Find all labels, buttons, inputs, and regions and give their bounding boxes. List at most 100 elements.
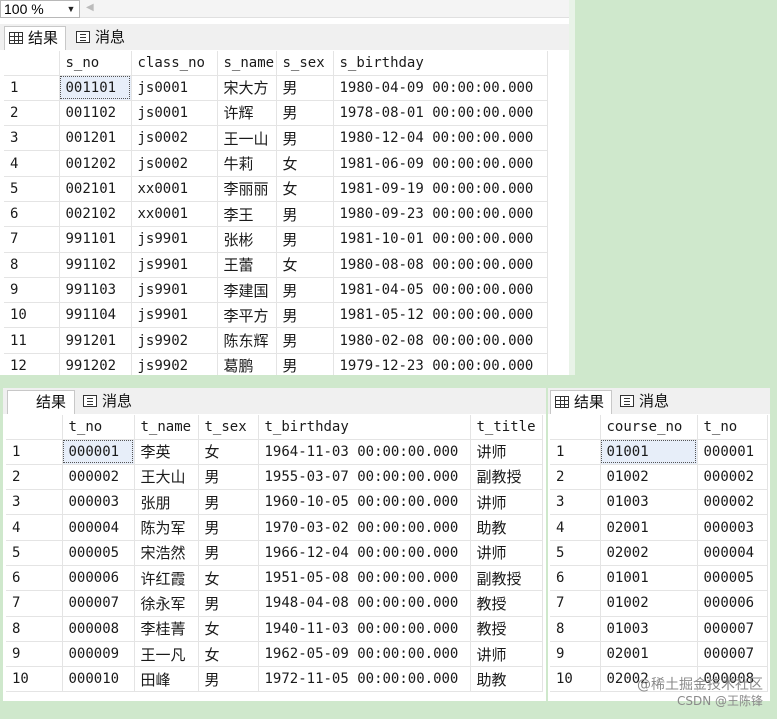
grid-cell[interactable]: 男 xyxy=(198,464,259,491)
table-row[interactable]: 1 000001 李英女 1964-11-03 00:00:00.000 讲师 xyxy=(6,439,543,465)
table-row[interactable]: 1 01001 000001 xyxy=(550,439,768,465)
grid-cell[interactable]: js9901 xyxy=(131,302,218,329)
grid-cell[interactable]: 002101 xyxy=(59,176,132,202)
grid-cell[interactable]: 1980-04-09 00:00:00.000 xyxy=(333,75,548,101)
grid-cell[interactable]: js9901 xyxy=(131,277,218,304)
grid-cell[interactable]: 000001 xyxy=(62,439,135,465)
grid-cell[interactable]: 1980-08-08 00:00:00.000 xyxy=(333,252,548,278)
grid-cell[interactable]: 1981-10-01 00:00:00.000 xyxy=(333,226,548,253)
grid-cell[interactable]: 副教授 xyxy=(470,565,543,592)
grid-cell[interactable]: 000004 xyxy=(62,514,135,541)
column-header[interactable]: t_no xyxy=(697,415,768,440)
row-number[interactable]: 8 xyxy=(4,252,60,278)
grid-cell[interactable]: 991201 xyxy=(59,327,132,354)
grid-cell[interactable]: 991202 xyxy=(59,353,132,375)
grid-cell[interactable]: xx0001 xyxy=(131,176,218,202)
grid-cell[interactable]: 000004 xyxy=(697,540,768,566)
grid-cell[interactable]: 徐永军 xyxy=(134,590,199,617)
row-number[interactable]: 2 xyxy=(6,464,63,491)
grid-cell[interactable]: 教授 xyxy=(470,616,543,642)
grid-cell[interactable]: 1970-03-02 00:00:00.000 xyxy=(258,514,471,541)
row-number[interactable]: 3 xyxy=(550,489,601,516)
grid-cell[interactable]: 1972-11-05 00:00:00.000 xyxy=(258,666,471,693)
table-row[interactable]: 5 02002 000004 xyxy=(550,540,768,566)
table-row[interactable]: 8 000008 李桂菁女 1940-11-03 00:00:00.000 教授 xyxy=(6,616,543,642)
column-header[interactable]: class_no xyxy=(131,51,218,76)
grid-cell[interactable]: 1962-05-09 00:00:00.000 xyxy=(258,641,471,668)
table-row[interactable]: 4 000004 陈为军男 1970-03-02 00:00:00.000 助教 xyxy=(6,514,543,541)
grid-cell[interactable]: 男 xyxy=(276,75,334,101)
grid-cell[interactable]: 男 xyxy=(276,201,334,228)
grid-cell[interactable]: 助教 xyxy=(470,666,543,693)
grid-cell[interactable]: 02002 xyxy=(600,540,698,566)
grid-cell[interactable]: js9901 xyxy=(131,252,218,278)
row-number[interactable]: 6 xyxy=(6,565,63,592)
column-header[interactable]: t_name xyxy=(134,415,199,440)
table-row[interactable]: 6 01001 000005 xyxy=(550,565,768,592)
grid-cell[interactable]: js9902 xyxy=(131,327,218,354)
row-number[interactable]: 7 xyxy=(4,226,60,253)
tab-messages[interactable]: 消息 xyxy=(72,26,140,50)
row-number[interactable]: 10 xyxy=(550,666,601,693)
grid-cell[interactable]: js0001 xyxy=(131,75,218,101)
table-row[interactable]: 5 000005 宋浩然男 1966-12-04 00:00:00.000 讲师 xyxy=(6,540,543,566)
table-row[interactable]: 2 000002 王大山男 1955-03-07 00:00:00.000 副教授 xyxy=(6,464,543,491)
grid-cell[interactable]: 01003 xyxy=(600,616,698,642)
grid-cell[interactable]: 女 xyxy=(198,439,259,465)
grid-cell[interactable]: js0002 xyxy=(131,150,218,177)
table-row[interactable]: 6 002102 xx0001 李王男 1980-09-23 00:00:00.000 xyxy=(4,201,548,228)
grid-cell[interactable]: 女 xyxy=(276,252,334,278)
row-number[interactable]: 11 xyxy=(4,327,60,354)
table-row[interactable]: 3 000003 张朋男 1960-10-05 00:00:00.000 讲师 xyxy=(6,489,543,516)
row-number[interactable]: 3 xyxy=(6,489,63,516)
row-number[interactable]: 8 xyxy=(6,616,63,642)
corner-cell[interactable] xyxy=(6,415,63,440)
table-row[interactable]: 7 01002 000006 xyxy=(550,590,768,617)
table-row[interactable]: 5 002101 xx0001 李丽丽女 1981-09-19 00:00:00.000 xyxy=(4,176,548,202)
grid-cell[interactable]: 000002 xyxy=(62,464,135,491)
grid-cell[interactable]: 01003 xyxy=(600,489,698,516)
grid-cell[interactable]: 1981-05-12 00:00:00.000 xyxy=(333,302,548,329)
grid-cell[interactable]: 女 xyxy=(276,176,334,202)
grid-cell[interactable]: 女 xyxy=(198,641,259,668)
grid-cell[interactable]: 000001 xyxy=(697,439,768,465)
grid-cell[interactable]: 000007 xyxy=(697,641,768,668)
grid-cell[interactable]: 000007 xyxy=(62,590,135,617)
grid-cell[interactable]: xx0001 xyxy=(131,201,218,228)
row-number[interactable]: 4 xyxy=(6,514,63,541)
grid-cell[interactable]: 1980-02-08 00:00:00.000 xyxy=(333,327,548,354)
grid-cell[interactable]: 1981-06-09 00:00:00.000 xyxy=(333,150,548,177)
table-row[interactable]: 10 000010 田峰男 1972-11-05 00:00:00.000 助教 xyxy=(6,666,543,693)
grid-cell[interactable]: 男 xyxy=(276,302,334,329)
row-number[interactable]: 6 xyxy=(550,565,601,592)
row-number[interactable]: 10 xyxy=(6,666,63,693)
grid-cell[interactable]: 1980-09-23 00:00:00.000 xyxy=(333,201,548,228)
row-number[interactable]: 1 xyxy=(4,75,60,101)
row-number[interactable]: 9 xyxy=(6,641,63,668)
table-row[interactable]: 1 001101 js0001 宋大方男 1980-04-09 00:00:00.000 xyxy=(4,75,548,101)
grid-cell[interactable]: 教授 xyxy=(470,590,543,617)
table-row[interactable]: 4 02001 000003 xyxy=(550,514,768,541)
grid-cell[interactable]: 男 xyxy=(276,353,334,375)
table-row[interactable]: 9 991103 js9901 李建国男 1981-04-05 00:00:00.000 xyxy=(4,277,548,304)
row-number[interactable]: 2 xyxy=(4,100,60,127)
grid-cell[interactable]: 王蕾 xyxy=(217,252,277,278)
grid-cell[interactable]: 讲师 xyxy=(470,489,543,516)
grid-cell[interactable]: 1951-05-08 00:00:00.000 xyxy=(258,565,471,592)
grid-cell[interactable]: 1980-12-04 00:00:00.000 xyxy=(333,125,548,152)
grid-cell[interactable]: 女 xyxy=(276,150,334,177)
grid-cell[interactable]: 000005 xyxy=(697,565,768,592)
grid-cell[interactable]: 讲师 xyxy=(470,439,543,465)
table-row[interactable]: 2 001102 js0001 许辉男 1978-08-01 00:00:00.000 xyxy=(4,100,548,127)
tab-results[interactable]: 结果 xyxy=(7,390,75,414)
grid-cell[interactable]: 000006 xyxy=(62,565,135,592)
grid-cell[interactable]: 1978-08-01 00:00:00.000 xyxy=(333,100,548,127)
grid-cell[interactable]: 男 xyxy=(198,489,259,516)
grid-cell[interactable]: 1981-09-19 00:00:00.000 xyxy=(333,176,548,202)
grid-cell[interactable]: 女 xyxy=(198,616,259,642)
grid-cell[interactable]: 02001 xyxy=(600,514,698,541)
tab-messages[interactable]: 消息 xyxy=(616,390,684,414)
grid-cell[interactable]: 991104 xyxy=(59,302,132,329)
grid-cell[interactable]: 1960-10-05 00:00:00.000 xyxy=(258,489,471,516)
row-number[interactable]: 5 xyxy=(4,176,60,202)
